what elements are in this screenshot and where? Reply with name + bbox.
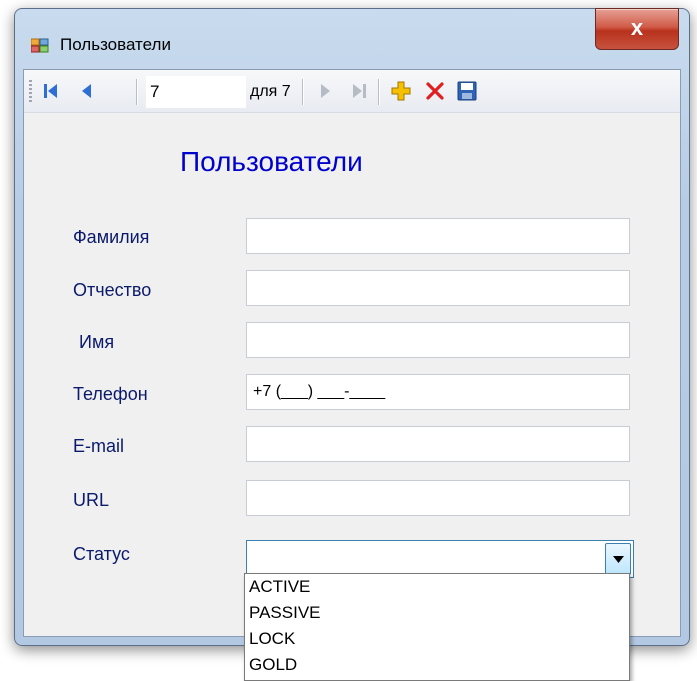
record-count-label: для 7 xyxy=(250,83,291,100)
save-icon[interactable] xyxy=(456,80,478,102)
close-icon: x xyxy=(630,15,644,40)
app-window: Пользователи x для 7 xyxy=(14,8,690,646)
status-option-active[interactable]: ACTIVE xyxy=(245,574,629,600)
close-button[interactable]: x xyxy=(595,8,679,50)
first-name-field[interactable] xyxy=(246,322,630,358)
move-first-icon[interactable] xyxy=(40,80,62,102)
binding-navigator-toolbar: для 7 xyxy=(24,70,680,113)
url-field[interactable] xyxy=(246,480,630,516)
delete-icon[interactable] xyxy=(424,80,446,102)
window-title: Пользователи xyxy=(60,35,171,54)
last-name-field[interactable] xyxy=(246,218,630,254)
form-client-area: для 7 Пользователи Фамилия xyxy=(23,69,681,637)
email-label: E-mail xyxy=(73,436,125,456)
status-option-lock[interactable]: LOCK xyxy=(245,626,629,652)
toolbar-separator xyxy=(302,79,304,105)
add-icon[interactable] xyxy=(390,80,412,102)
status-label: Статус xyxy=(73,544,130,564)
phone-label: Телефон xyxy=(73,384,148,404)
form-app-icon xyxy=(31,38,49,53)
form-title: Пользователи xyxy=(180,146,363,177)
last-name-label: Фамилия xyxy=(73,227,150,247)
title-bar[interactable]: Пользователи x xyxy=(15,8,689,71)
status-option-gold[interactable]: GOLD xyxy=(245,652,629,678)
phone-field[interactable] xyxy=(246,374,630,410)
status-option-passive[interactable]: PASSIVE xyxy=(245,600,629,626)
position-input[interactable] xyxy=(146,76,246,108)
chevron-down-icon xyxy=(613,556,624,563)
url-label: URL xyxy=(73,490,110,510)
move-last-icon[interactable] xyxy=(348,80,370,102)
move-previous-icon[interactable] xyxy=(76,80,98,102)
status-dropdown-button[interactable] xyxy=(605,543,631,575)
status-dropdown-list: ACTIVE PASSIVE LOCK GOLD xyxy=(244,573,630,681)
toolbar-grip[interactable] xyxy=(29,80,32,104)
move-next-icon[interactable] xyxy=(314,80,336,102)
first-name-label: Имя xyxy=(79,332,115,352)
email-field[interactable] xyxy=(246,426,630,462)
patronymic-label: Отчество xyxy=(73,280,152,300)
patronymic-field[interactable] xyxy=(246,270,630,306)
toolbar-separator xyxy=(136,79,138,105)
toolbar-separator xyxy=(378,79,380,105)
